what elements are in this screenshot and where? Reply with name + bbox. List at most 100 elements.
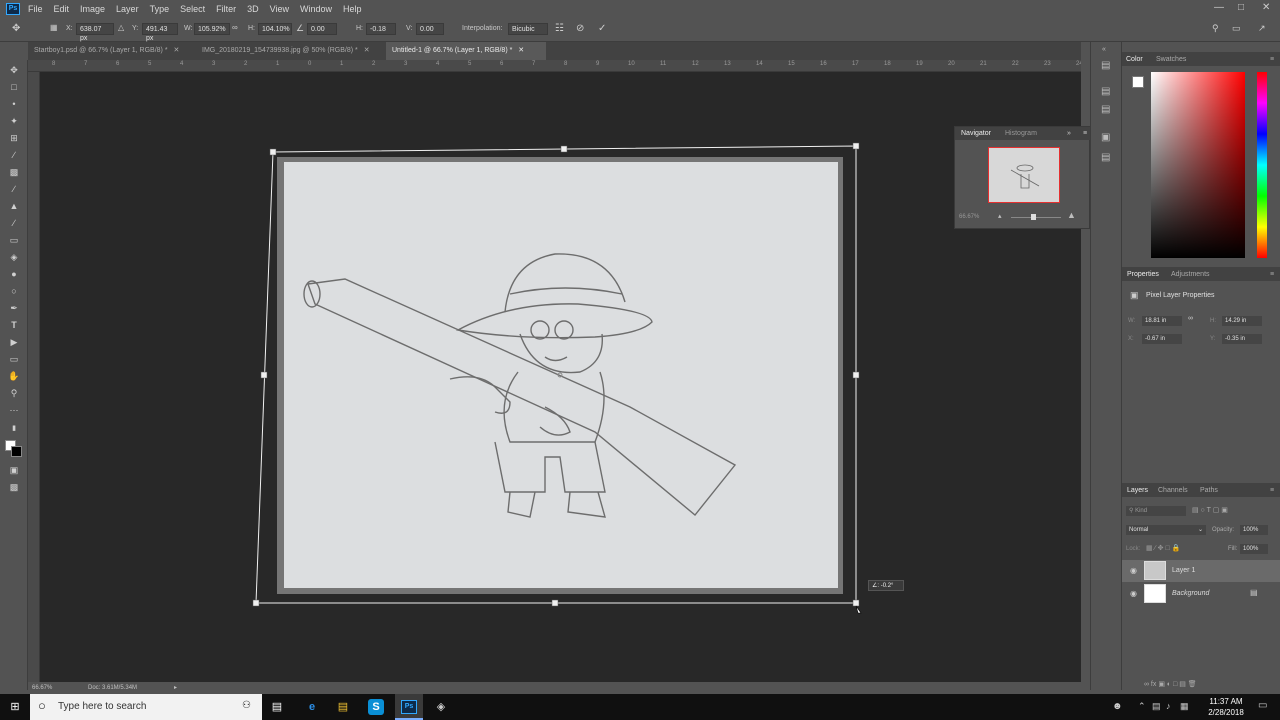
lasso-tool-icon[interactable]: • (7, 98, 21, 111)
delta-icon[interactable]: △ (118, 23, 124, 32)
network-icon[interactable]: ▤ (1152, 701, 1161, 712)
handle-bottom-center[interactable] (551, 599, 559, 607)
canvas-area[interactable]: ∠: -0.2° (40, 72, 1081, 682)
blur-tool-icon[interactable]: ● (7, 268, 21, 281)
eyedropper-tool-icon[interactable]: ∕ (7, 149, 21, 162)
status-menu-icon[interactable]: ▸ (174, 684, 177, 691)
prop-y-field[interactable]: -0.35 in (1222, 334, 1262, 344)
volume-icon[interactable]: ♪ (1166, 701, 1171, 711)
prop-h-field[interactable]: 14.29 in (1222, 316, 1262, 326)
tab-navigator[interactable]: Navigator (961, 130, 991, 137)
blend-mode-select[interactable]: Normal ⌄ (1126, 525, 1206, 535)
keyboard-icon[interactable]: ▦ (1180, 701, 1189, 712)
warp-icon[interactable]: ☷ (555, 23, 564, 34)
hand-tool-icon[interactable]: ✋ (7, 370, 21, 383)
zoom-slider[interactable] (1011, 217, 1061, 218)
workspace-icon[interactable]: ▭ (1232, 23, 1241, 34)
link-dimensions-icon[interactable]: ∞ (1188, 315, 1193, 322)
layer-footer-icons[interactable]: ∞ fx ▣ ◐ □ ▤ 🗑 (1144, 680, 1197, 688)
adjust-panel-icon[interactable]: ▤ (1101, 104, 1110, 115)
app-icon[interactable]: ◈ (433, 699, 449, 715)
share-icon[interactable]: ↗ (1258, 23, 1266, 34)
tab-paths[interactable]: Paths (1200, 487, 1218, 494)
restore-icon[interactable]: □ (1238, 2, 1244, 13)
brush-panel-icon[interactable]: ▤ (1101, 86, 1110, 97)
close-icon[interactable]: ✕ (1262, 2, 1270, 13)
search-icon[interactable]: ⚲ (1212, 23, 1219, 34)
tab-swatches[interactable]: Swatches (1156, 56, 1186, 63)
prop-x-field[interactable]: -0.67 in (1142, 334, 1182, 344)
panel-menu-icon[interactable]: ≡ (1270, 271, 1274, 278)
tab-layers[interactable]: Layers (1127, 487, 1148, 494)
quick-mask-icon[interactable]: ▣ (7, 464, 21, 477)
skype-icon[interactable]: S (368, 699, 384, 715)
microphone-icon[interactable]: ⚇ (242, 700, 251, 711)
tab-channels[interactable]: Channels (1158, 487, 1188, 494)
tab-histogram[interactable]: Histogram (1005, 130, 1037, 137)
lock-icons[interactable]: ▦ ∕ ✥ □ 🔒 (1146, 544, 1180, 552)
tab-adjustments[interactable]: Adjustments (1171, 271, 1210, 278)
tab-close-icon[interactable]: ✕ (518, 47, 524, 54)
notifications-icon[interactable]: ▭ (1258, 700, 1267, 711)
marquee-tool-icon[interactable]: □ (7, 81, 21, 94)
zoom-in-icon[interactable]: ▲ (1067, 210, 1076, 220)
paint-bucket-tool-icon[interactable]: ◈ (7, 251, 21, 264)
history-brush-tool-icon[interactable]: ∕ (7, 217, 21, 230)
chevron-up-icon[interactable]: ⌃ (1138, 701, 1146, 712)
people-icon[interactable]: ☻ (1112, 701, 1123, 712)
interpolation-select[interactable]: Bicubic (508, 23, 548, 35)
pen-tool-icon[interactable]: ✒ (7, 302, 21, 315)
tab-properties[interactable]: Properties (1127, 271, 1159, 278)
navigator-thumbnail[interactable] (988, 147, 1060, 203)
more-tools-icon[interactable]: ⋯ (7, 404, 21, 417)
menu-3d[interactable]: 3D (247, 4, 259, 14)
handle-top-left[interactable] (269, 148, 277, 156)
rectangle-tool-icon[interactable]: ▭ (7, 353, 21, 366)
menu-image[interactable]: Image (80, 4, 105, 14)
layer-row-layer1[interactable]: ◉ Layer 1 (1122, 560, 1280, 582)
healing-brush-tool-icon[interactable]: ▩ (7, 166, 21, 179)
screen-mode-icon[interactable]: ▩ (7, 481, 21, 494)
clock-date[interactable]: 2/28/2018 (1204, 708, 1248, 717)
tab-close-icon[interactable]: ✕ (364, 47, 370, 54)
panel-menu-icon[interactable]: ≡ (1270, 487, 1274, 494)
zoom-tool-icon[interactable]: ⚲ (7, 387, 21, 400)
layer-row-background[interactable]: ◉ Background ▤ (1122, 583, 1280, 605)
tab-close-icon[interactable]: ✕ (174, 47, 180, 54)
brush-tool-icon[interactable]: ∕ (7, 183, 21, 196)
filter-icons[interactable]: ▤ ○ T ▢ ▣ (1192, 506, 1228, 514)
menu-edit[interactable]: Edit (54, 4, 70, 14)
menu-filter[interactable]: Filter (216, 4, 236, 14)
menu-file[interactable]: File (28, 4, 43, 14)
x-field[interactable]: 638.07 px (76, 23, 114, 42)
eye-icon[interactable]: ◉ (1130, 566, 1137, 575)
zoom-level[interactable]: 66.67% (32, 685, 52, 691)
hue-slider[interactable] (1257, 72, 1267, 258)
layer-name[interactable]: Background (1172, 590, 1209, 597)
background-color-swatch[interactable] (11, 446, 22, 457)
expand-icon[interactable]: » (1067, 130, 1071, 137)
handle-middle-right[interactable] (852, 371, 860, 379)
zoom-out-icon[interactable]: ▴ (998, 212, 1002, 220)
transform-tool-icon[interactable]: ✥ (12, 23, 20, 34)
history-panel-icon[interactable]: ▤ (1101, 60, 1110, 71)
y-field[interactable]: 491.43 px (142, 23, 178, 42)
hskew-field[interactable]: -0.18 (366, 23, 396, 35)
tab-img[interactable]: IMG_20180219_154739938.jpg @ 50% (RGB/8)… (196, 42, 386, 60)
ruler-panel-icon[interactable]: ▤ (1101, 152, 1110, 163)
tab-startboy[interactable]: Startboy1.psd @ 66.7% (Layer 1, RGB/8) *… (28, 42, 196, 60)
w-field[interactable]: 105.92% (194, 23, 230, 35)
menu-layer[interactable]: Layer (116, 4, 139, 14)
task-view-icon[interactable]: ▤ (269, 699, 285, 715)
type-tool-icon[interactable]: T (7, 319, 21, 332)
vskew-field[interactable]: 0.00 (416, 23, 444, 35)
clone-stamp-tool-icon[interactable]: ▲ (7, 200, 21, 213)
photoshop-taskbar-button[interactable]: Ps (395, 694, 423, 720)
reference-point-icon[interactable]: ▦ (50, 23, 58, 32)
menu-window[interactable]: Window (300, 4, 332, 14)
panel-menu-icon[interactable]: ≡ (1270, 56, 1274, 63)
navigator-zoom[interactable]: 66.67% (959, 214, 979, 220)
angle-field[interactable]: 0.00 (307, 23, 337, 35)
handle-bottom-right[interactable] (852, 599, 860, 607)
color-field[interactable] (1151, 72, 1245, 258)
